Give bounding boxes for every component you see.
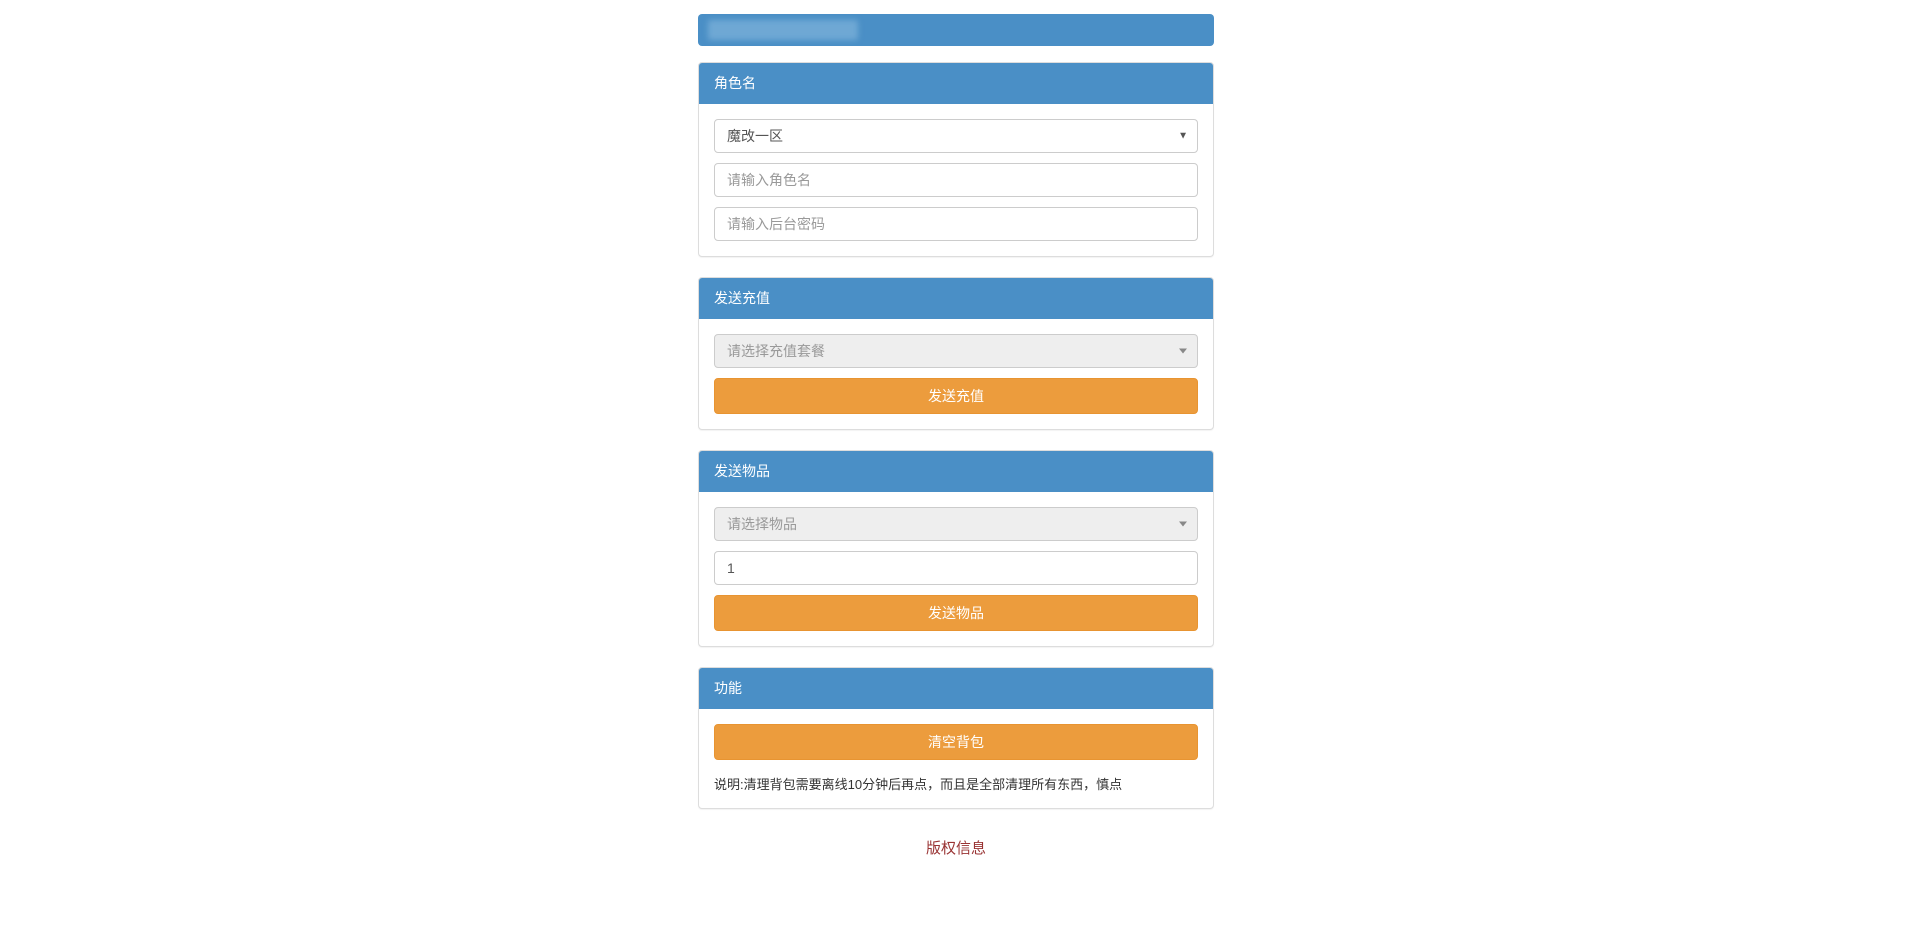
functions-panel: 功能 清空背包 说明:清理背包需要离线10分钟后再点，而且是全部清理所有东西，慎… xyxy=(698,667,1214,809)
recharge-panel: 发送充值 请选择充值套餐 发送充值 xyxy=(698,277,1214,430)
top-header-bar xyxy=(698,14,1214,46)
caret-down-icon xyxy=(1179,349,1187,354)
main-container: 角色名 魔改一区 ▼ 发送充值 请选择充值套餐 发送充值 发送物品 xyxy=(698,14,1214,858)
clear-bag-note: 说明:清理背包需要离线10分钟后再点，而且是全部清理所有东西，慎点 xyxy=(714,774,1198,793)
recharge-select-placeholder: 请选择充值套餐 xyxy=(727,343,825,359)
item-panel-title: 发送物品 xyxy=(699,451,1213,492)
server-select[interactable]: 魔改一区 xyxy=(714,119,1198,153)
character-panel: 角色名 魔改一区 ▼ xyxy=(698,62,1214,257)
clear-bag-button[interactable]: 清空背包 xyxy=(714,724,1198,760)
recharge-panel-title: 发送充值 xyxy=(699,278,1213,319)
functions-panel-body: 清空背包 说明:清理背包需要离线10分钟后再点，而且是全部清理所有东西，慎点 xyxy=(699,709,1213,808)
send-item-button[interactable]: 发送物品 xyxy=(714,595,1198,631)
functions-panel-title: 功能 xyxy=(699,668,1213,709)
item-panel-body: 请选择物品 发送物品 xyxy=(699,492,1213,646)
admin-password-input[interactable] xyxy=(714,207,1198,241)
character-panel-body: 魔改一区 ▼ xyxy=(699,104,1213,256)
recharge-package-select[interactable]: 请选择充值套餐 xyxy=(714,334,1198,368)
item-panel: 发送物品 请选择物品 发送物品 xyxy=(698,450,1214,647)
item-select-placeholder: 请选择物品 xyxy=(727,516,797,532)
item-select[interactable]: 请选择物品 xyxy=(714,507,1198,541)
item-quantity-input[interactable] xyxy=(714,551,1198,585)
caret-down-icon xyxy=(1179,522,1187,527)
character-panel-title: 角色名 xyxy=(699,63,1213,104)
copyright-info: 版权信息 xyxy=(698,837,1214,858)
header-blurred-text xyxy=(708,20,858,40)
character-name-input[interactable] xyxy=(714,163,1198,197)
recharge-panel-body: 请选择充值套餐 发送充值 xyxy=(699,319,1213,429)
send-recharge-button[interactable]: 发送充值 xyxy=(714,378,1198,414)
